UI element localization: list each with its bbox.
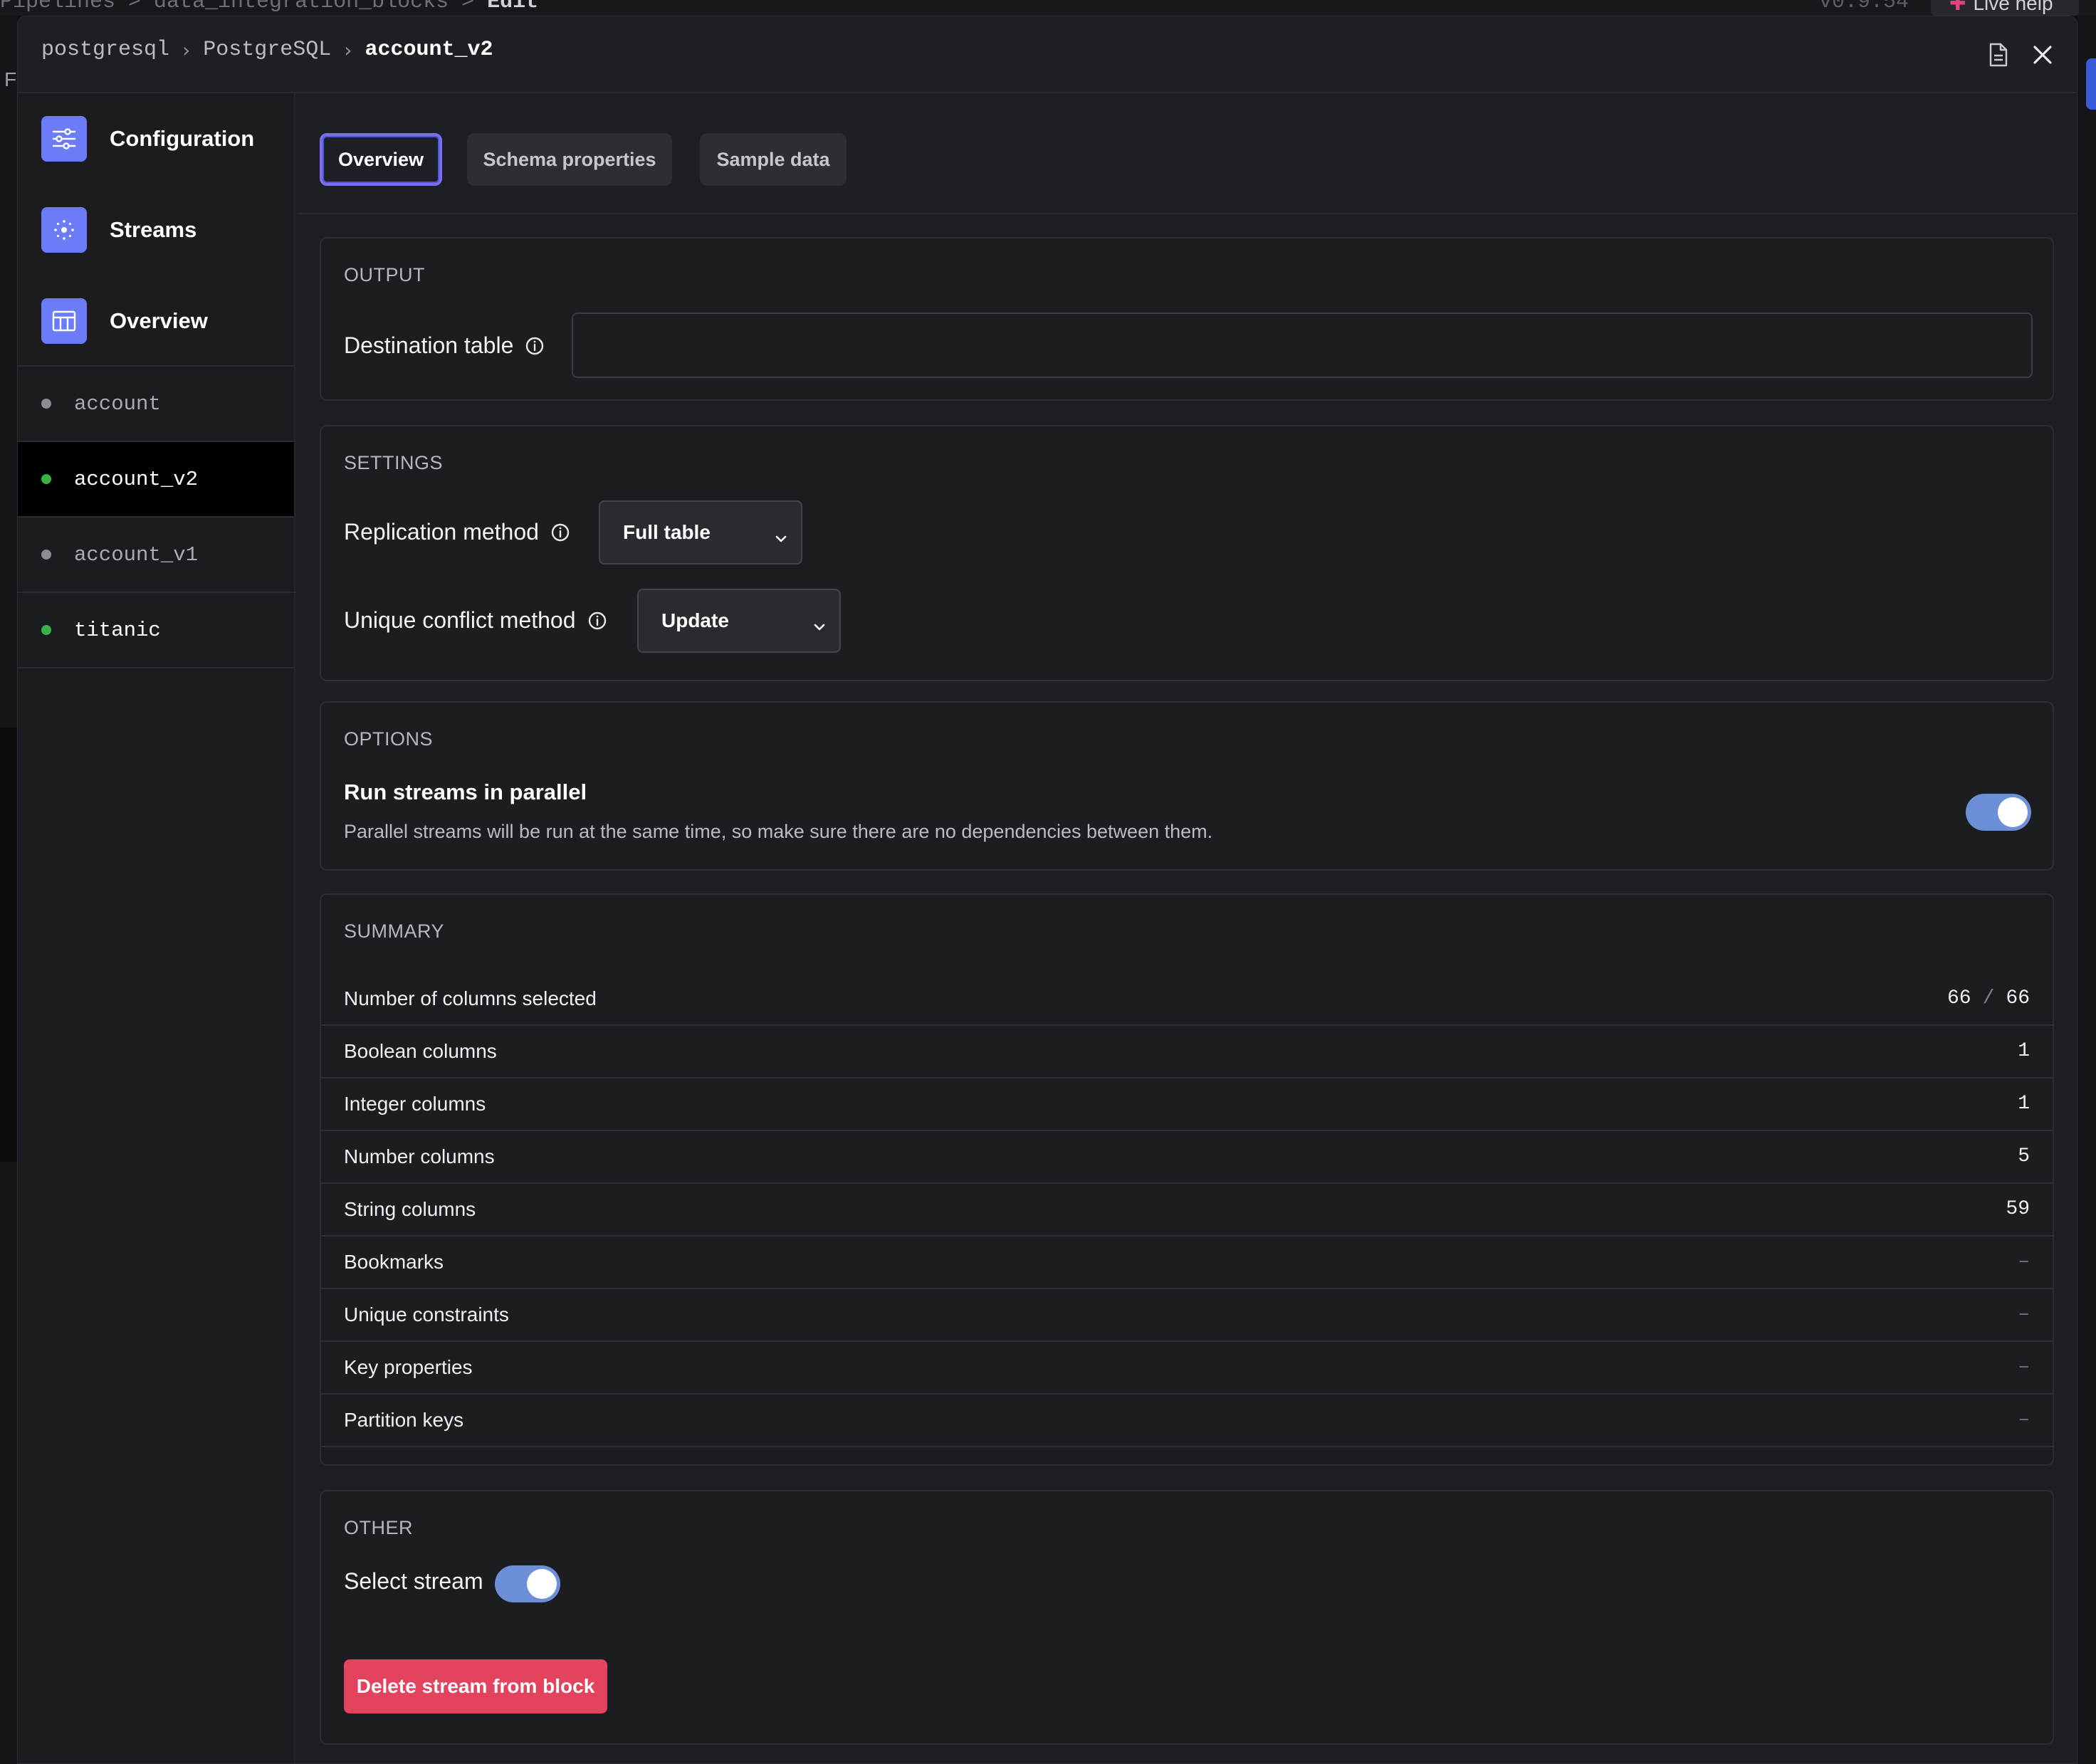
delete-stream-button[interactable]: Delete stream from block [344,1659,607,1713]
summary-row-number-columns: Number columns 5 [321,1131,2053,1184]
document-icon[interactable] [1984,41,2013,69]
tab-schema-properties[interactable]: Schema properties [467,133,672,186]
summary-row-bookmarks: Bookmarks – [321,1237,2053,1289]
sidebar-item-configuration[interactable]: Configuration [18,93,294,184]
summary-card: SUMMARY Number of columns selected 66/66… [320,893,2054,1466]
run-parallel-title: Run streams in parallel [344,779,587,804]
info-icon[interactable] [525,336,545,356]
stream-detail-modal: postgresql › PostgreSQL › account_v2 Con… [17,16,2077,1764]
stream-item-account-v2[interactable]: account_v2 [18,442,294,518]
replication-method-label: Replication method [344,519,570,545]
modal-header: postgresql › PostgreSQL › account_v2 [18,16,2077,93]
other-card: OTHER Select stream Delete stream from b… [320,1490,2054,1745]
options-card: OPTIONS Run streams in parallel Parallel… [320,701,2054,871]
destination-table-label: Destination table [344,332,545,359]
breadcrumb-separator: › [344,38,352,62]
stream-label: account_v1 [74,542,199,567]
section-title: OPTIONS [344,728,434,750]
run-parallel-description: Parallel streams will be run at the same… [344,821,1213,842]
summary-row-unique-constraints: Unique constraints – [321,1289,2053,1342]
background-version: v0.9.54 [1819,0,1909,14]
background-topbar: Pipelines > data_integration_blocks > Ed… [0,0,2096,16]
breadcrumb-separator: › [182,38,191,62]
stream-label: account [74,392,161,416]
stream-item-account[interactable]: account [18,367,294,442]
summary-row-columns-selected: Number of columns selected 66/66 [321,973,2053,1026]
tab-sample-data[interactable]: Sample data [700,133,847,186]
sidebar-item-label: Streams [110,217,197,242]
chevron-down-icon [774,526,788,549]
chevron-down-icon [812,614,827,637]
sidebar: Configuration Streams Overview account a… [18,93,295,1763]
sliders-icon [41,116,87,162]
table-icon [41,298,87,344]
settings-card: SETTINGS Replication method Full table U… [320,425,2054,681]
status-dot [41,625,51,635]
main-content: Overview Schema properties Sample data O… [297,93,2077,1763]
info-icon[interactable] [550,523,570,542]
background-left-panel: F [0,16,17,1764]
summary-row-boolean-columns: Boolean columns 1 [321,1026,2053,1078]
output-card: OUTPUT Destination table [320,237,2054,401]
breadcrumb-current: account_v2 [365,38,493,62]
run-parallel-toggle[interactable] [1966,794,2031,831]
stream-label: account_v2 [74,467,199,491]
close-icon[interactable] [2028,41,2057,69]
summary-row-string-columns: String columns 59 [321,1184,2053,1237]
live-help-button[interactable]: ✚ Live help [1931,0,2079,16]
section-title: OTHER [344,1517,413,1538]
breadcrumb-source[interactable]: postgresql [41,38,169,62]
section-title: OUTPUT [344,264,425,285]
unique-conflict-method-label: Unique conflict method [344,607,607,634]
sidebar-item-label: Overview [110,308,208,333]
status-dot [41,399,51,409]
summary-row-partition-keys: Partition keys – [321,1395,2053,1447]
stream-item-account-v1[interactable]: account_v1 [18,518,294,593]
toggle-knob [527,1569,557,1599]
summary-row-integer-columns: Integer columns 1 [321,1078,2053,1131]
background-breadcrumb: Pipelines > data_integration_blocks > Ed… [0,0,539,14]
info-icon[interactable] [587,611,607,631]
toggle-knob [1998,797,2028,827]
unique-conflict-method-select[interactable]: Update [637,589,841,653]
sparkle-icon [41,207,87,253]
sidebar-item-overview[interactable]: Overview [18,275,294,367]
summary-row-key-properties: Key properties – [321,1342,2053,1395]
section-title: SETTINGS [344,452,444,473]
section-title: SUMMARY [344,920,445,942]
stream-label: titanic [74,618,161,642]
status-dot [41,550,51,560]
sidebar-item-label: Configuration [110,126,255,151]
status-dot [41,474,51,484]
breadcrumb: postgresql › PostgreSQL › account_v2 [41,38,493,62]
tab-bar: Overview Schema properties Sample data [297,93,2077,214]
select-stream-toggle[interactable] [495,1565,560,1602]
tab-overview[interactable]: Overview [320,133,442,186]
breadcrumb-connector[interactable]: PostgreSQL [203,38,331,62]
stream-item-titanic[interactable]: titanic [18,593,294,668]
sidebar-item-streams[interactable]: Streams [18,184,294,275]
select-stream-label: Select stream [344,1568,483,1594]
background-accent-tab [2086,58,2096,110]
replication-method-select[interactable]: Full table [599,500,802,565]
background-right-panel [2077,16,2096,1764]
destination-table-input[interactable] [572,313,2033,378]
